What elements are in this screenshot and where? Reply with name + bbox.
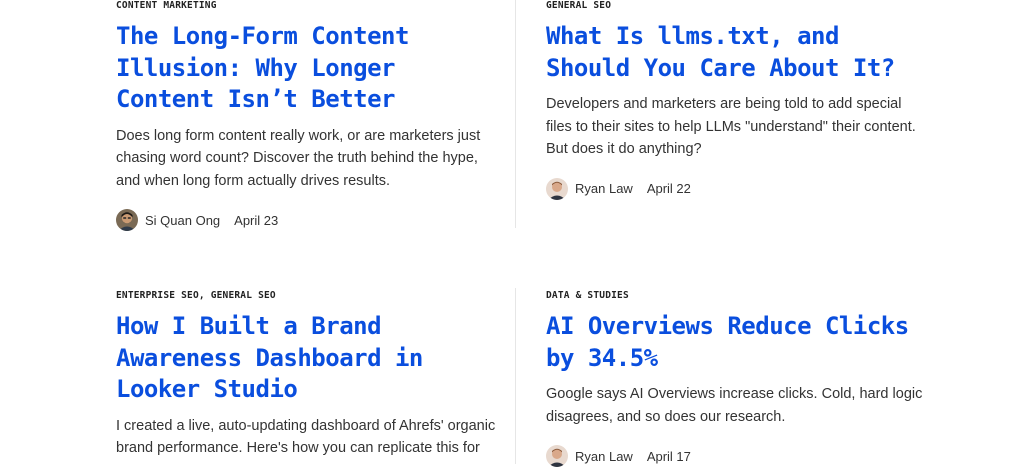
author-avatar[interactable] xyxy=(546,177,568,200)
article-card: DATA & STUDIES AI Overviews Reduce Click… xyxy=(546,290,926,468)
article-excerpt: I created a live, auto-updating dashboar… xyxy=(116,417,496,457)
article-excerpt: Developers and marketers are being told … xyxy=(546,96,916,157)
author-name-link[interactable]: Ryan Law xyxy=(575,181,633,196)
article-title-link[interactable]: How I Built a Brand Awareness Dashboard … xyxy=(116,311,496,406)
article-date: April 17 xyxy=(646,448,691,464)
article-category-link[interactable]: DATA & STUDIES xyxy=(546,290,926,302)
author-name-link[interactable]: Si Quan Ong xyxy=(145,213,220,228)
article-meta: Si Quan Ong April 23 xyxy=(116,208,496,232)
article-title-link[interactable]: AI Overviews Reduce Clicks by 34.5% xyxy=(546,311,926,374)
article-card: GENERAL SEO What Is llms.txt, and Should… xyxy=(546,0,926,201)
article-date: April 22 xyxy=(646,181,691,196)
article-date: April 23 xyxy=(234,212,279,228)
article-card: ENTERPRISE SEO, GENERAL SEO How I Built … xyxy=(116,290,496,460)
article-meta: Ryan Law April 22 xyxy=(546,177,926,201)
article-meta: Ryan Law April 17 xyxy=(546,444,926,468)
author-name-link[interactable]: Ryan Law xyxy=(575,449,633,464)
column-divider xyxy=(515,0,516,228)
author-avatar[interactable] xyxy=(116,209,138,231)
article-title-link[interactable]: The Long-Form Content Illusion: Why Long… xyxy=(116,21,496,116)
article-category-link[interactable]: GENERAL SEO xyxy=(546,0,926,12)
article-excerpt: Does long form content really work, or a… xyxy=(116,127,481,189)
column-divider xyxy=(515,288,516,464)
article-title-link[interactable]: What Is llms.txt, and Should You Care Ab… xyxy=(546,21,926,84)
article-excerpt: Google says AI Overviews increase clicks… xyxy=(546,386,923,425)
article-grid: CONTENT MARKETING The Long-Form Content … xyxy=(0,0,1024,467)
article-category-link[interactable]: ENTERPRISE SEO, GENERAL SEO xyxy=(116,290,496,302)
article-category-link[interactable]: CONTENT MARKETING xyxy=(116,0,496,12)
article-card: CONTENT MARKETING The Long-Form Content … xyxy=(116,0,496,232)
